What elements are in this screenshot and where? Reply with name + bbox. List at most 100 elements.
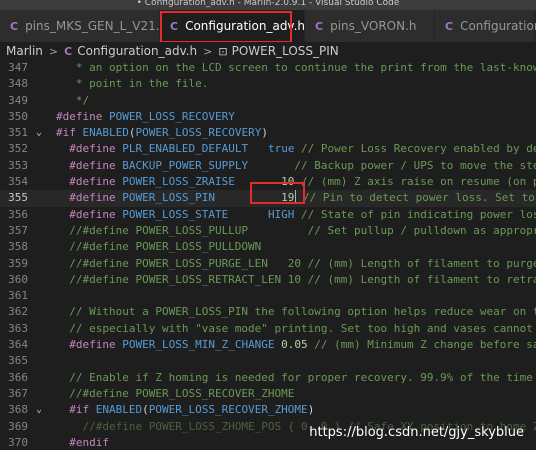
code-line[interactable]: 355 #define POWER_LOSS_PIN 19 // Pin to … — [0, 190, 536, 207]
code-token: BACKUP_POWER_SUPPLY — [122, 158, 249, 172]
code-token: POWER_LOSS_STATE — [122, 207, 229, 221]
code-line[interactable]: 358 //#define POWER_LOSS_PULLDOWN — [0, 239, 536, 255]
code-text: #define BACKUP_POWER_SUPPLY // Backup po… — [56, 158, 536, 174]
line-number: 363 — [8, 321, 28, 335]
code-token: #if — [56, 126, 83, 140]
tab-configuration-adv-h[interactable]: CConfiguration_adv.h● — [160, 10, 323, 42]
code-text: #define POWER_LOSS_MIN_Z_CHANGE 0.05 // … — [56, 337, 536, 353]
code-token: // (mm) Z axis raise on resume (on pow — [294, 175, 536, 189]
code-token: // especially with "vase mode" printing.… — [56, 321, 536, 335]
breadcrumb-file[interactable]: Configuration_adv.h — [77, 44, 197, 58]
code-token: PLR_ENABLED_DEFAULT — [122, 142, 249, 156]
code-text: #define PLR_ENABLED_DEFAULT true // Powe… — [56, 141, 536, 157]
code-token: POWER_LOSS_PIN — [122, 191, 215, 205]
fold-chevron-icon[interactable]: ⌄ — [36, 125, 42, 141]
code-line[interactable]: 359 //#define POWER_LOSS_PURGE_LEN 20 //… — [0, 256, 536, 272]
code-token: POWER_LOSS_ZRAISE — [122, 175, 235, 189]
line-number: 351 — [8, 126, 28, 140]
line-number: 364 — [8, 338, 28, 352]
code-text: //#define POWER_LOSS_PULLUP // Set pullu… — [56, 223, 536, 239]
code-line[interactable]: 366 // Enable if Z homing is needed for … — [0, 370, 536, 386]
code-line[interactable]: 350 #define POWER_LOSS_RECOVERY — [0, 109, 536, 125]
tab-label: Configuration.h — [460, 19, 536, 33]
code-token: #define — [56, 158, 123, 172]
code-token: // Pin to detect power loss. Set to -1 — [296, 191, 536, 205]
code-line[interactable]: 348 * point in the file. — [0, 76, 536, 92]
line-number: 361 — [8, 289, 28, 303]
code-line[interactable]: 362 // Without a POWER_LOSS_PIN the foll… — [0, 304, 536, 320]
chevron-right-icon: > — [48, 44, 59, 58]
code-text: //#define POWER_LOSS_RECOVER_ZHOME — [56, 386, 294, 402]
line-number: 366 — [8, 370, 28, 384]
line-number: 348 — [8, 77, 28, 91]
c-file-icon: C — [445, 19, 454, 33]
code-token: // (mm) Minimum Z change before savi — [307, 338, 536, 352]
c-file-icon: C — [64, 44, 73, 58]
code-line[interactable]: 360 //#define POWER_LOSS_RETRACT_LEN 10 … — [0, 272, 536, 288]
line-number: 362 — [8, 305, 28, 319]
code-text: #endif — [56, 435, 109, 450]
tab-label: Configuration_adv.h — [185, 19, 306, 33]
code-token: 0.05 — [274, 338, 308, 352]
fold-chevron-icon[interactable]: ⌄ — [36, 402, 42, 418]
code-token: true — [248, 142, 295, 156]
code-editor[interactable]: 347 * an option on the LCD screen to con… — [0, 60, 536, 450]
line-number: 365 — [8, 354, 28, 368]
editor-tab-bar: Cpins_MKS_GEN_L_V21.h C Configuration_adv.… — [0, 10, 536, 42]
code-token: #define — [56, 338, 123, 352]
code-token: #define — [56, 175, 123, 189]
code-line[interactable]: 352 #define PLR_ENABLED_DEFAULT true // … — [0, 141, 536, 157]
line-number: 349 — [8, 93, 28, 107]
code-token: // Enable if Z homing is needed for prop… — [56, 370, 536, 384]
code-token: #define — [56, 142, 123, 156]
code-token: // State of pin indicating power loss — [294, 207, 536, 221]
tab-configuration-h[interactable]: C Configuration.h — [435, 10, 536, 42]
code-line[interactable]: 351 ⌄ #if ENABLED(POWER_LOSS_RECOVERY) — [0, 125, 536, 141]
line-number: 354 — [8, 175, 28, 189]
code-token: * an option on the LCD screen to continu… — [56, 61, 536, 74]
breadcrumb-root[interactable]: Marlin — [6, 44, 43, 58]
line-number: 357 — [8, 223, 28, 237]
breadcrumb-symbol[interactable]: POWER_LOSS_PIN — [232, 44, 339, 58]
watermark: https://blog.csdn.net/gjy_skyblue — [309, 425, 524, 440]
code-line[interactable]: 357 //#define POWER_LOSS_PULLUP // Set p… — [0, 223, 536, 239]
code-text: // Enable if Z homing is needed for prop… — [56, 370, 536, 386]
code-line[interactable]: 363 // especially with "vase mode" print… — [0, 321, 536, 337]
code-line[interactable]: 361 — [0, 288, 536, 304]
code-token: #define — [56, 207, 123, 221]
code-line[interactable]: 353 #define BACKUP_POWER_SUPPLY // Backu… — [0, 158, 536, 174]
line-number: 370 — [8, 435, 28, 449]
code-line[interactable]: 368 ⌄ #if ENABLED(POWER_LOSS_RECOVER_ZHOM… — [0, 402, 536, 418]
code-text: #if ENABLED(POWER_LOSS_RECOVERY) — [56, 125, 268, 141]
code-token: */ — [56, 93, 90, 107]
code-line[interactable]: 364 #define POWER_LOSS_MIN_Z_CHANGE 0.05… — [0, 337, 536, 353]
code-token: * point in the file. — [56, 77, 209, 91]
code-text: // Without a POWER_LOSS_PIN the followin… — [56, 304, 536, 320]
code-text: * point in the file. — [56, 76, 208, 92]
code-line[interactable]: 354 #define POWER_LOSS_ZRAISE 10 // (mm)… — [0, 174, 536, 190]
code-token: // Backup power / UPS to move the stepp — [248, 158, 536, 172]
code-line[interactable]: 347 * an option on the LCD screen to con… — [0, 60, 536, 76]
code-token: POWER_LOSS_RECOVERY — [108, 109, 235, 123]
code-line[interactable]: 365 — [0, 353, 536, 369]
line-number: 353 — [8, 158, 28, 172]
tab-label: pins_MKS_GEN_L_V21.h — [25, 19, 168, 33]
code-text: #define POWER_LOSS_STATE HIGH // State o… — [56, 207, 536, 223]
code-token: //#define POWER_LOSS_PURGE_LEN 20 // (mm… — [56, 256, 536, 270]
code-token: #define — [56, 109, 109, 123]
code-token: 10 — [234, 175, 295, 189]
tab-pins-mks-gen-l-v21-h[interactable]: Cpins_MKS_GEN_L_V21.h — [0, 10, 167, 42]
code-token: ENABLED — [95, 403, 143, 417]
line-number: 347 — [8, 61, 28, 74]
code-token: ENABLED — [82, 126, 129, 140]
code-text: #define POWER_LOSS_RECOVERY — [56, 109, 235, 125]
tab-pins-voron-h[interactable]: Cpins_VORON.h — [305, 10, 435, 42]
code-token: //#define POWER_LOSS_PULLDOWN — [56, 240, 262, 254]
code-line[interactable]: 367 //#define POWER_LOSS_RECOVER_ZHOME — [0, 386, 536, 402]
code-text: #define POWER_LOSS_ZRAISE 10 // (mm) Z a… — [56, 174, 536, 190]
code-line[interactable]: 349 */ — [0, 93, 536, 109]
code-line[interactable]: 356 #define POWER_LOSS_STATE HIGH // Sta… — [0, 207, 536, 223]
code-text: #if ENABLED(POWER_LOSS_RECOVER_ZHOME) — [56, 402, 314, 418]
c-file-icon: C — [170, 19, 179, 33]
line-number: 355 — [8, 191, 28, 205]
